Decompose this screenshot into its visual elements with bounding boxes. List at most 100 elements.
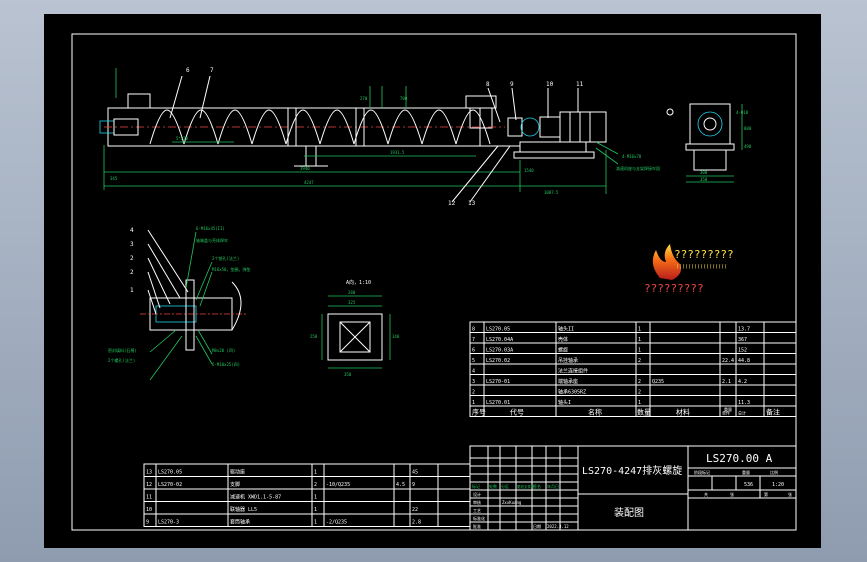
lower-bom-cell-total: 45 <box>412 470 418 476</box>
scale-value: 1:20 <box>772 482 784 488</box>
bom-cell-code: LS270.02 <box>486 358 510 364</box>
note-weld: 减速机座与支架焊接牢固 <box>616 165 660 171</box>
bom-header-3: 数量 <box>637 408 651 417</box>
callout-9: 9 <box>510 81 514 88</box>
bom-cell-qty: 2 <box>638 390 641 396</box>
section-dim-250: 250 <box>310 334 318 339</box>
bom-cell-total: 11.3 <box>738 400 750 406</box>
lower-bom-cell-name: 套筒轴承 <box>230 519 250 526</box>
bom-cell-qty: 1 <box>638 348 641 354</box>
role-process: 工艺 <box>473 508 481 513</box>
dim-span: 3940 <box>300 166 310 171</box>
detail-callout-1: 1 <box>130 287 134 294</box>
bom-cell-name: 轴承6305RZ <box>558 389 586 396</box>
side-dim-holes: 4-Ф18 <box>736 110 749 115</box>
lower-bom-cell-code: LS270-3 <box>158 520 179 526</box>
role-review: 审核 <box>473 499 481 505</box>
rev-label-zone: 分区 <box>501 483 509 489</box>
side-dim-880: 880 <box>744 126 752 131</box>
detail-callout-4: 4 <box>130 227 134 234</box>
bom-cell-code: LS270.01 <box>486 400 510 406</box>
detail-callout-3: 3 <box>130 241 134 248</box>
bom-cell-no: 6 <box>472 348 475 354</box>
bom-cell-code: LS270-01 <box>486 379 510 385</box>
bom-cell-qty: 1 <box>638 327 641 333</box>
sheet-no-unit: 张 <box>788 491 792 497</box>
bom-cell-total: 13.7 <box>738 327 750 333</box>
bom-cell-no: 8 <box>472 327 475 333</box>
lower-bom-cell-code: LS270.05 <box>158 470 182 476</box>
bom-cell-name: 端轴承座 <box>558 378 578 385</box>
bom-header-0: 序号 <box>472 408 486 417</box>
rev-label-date: 年月日 <box>547 483 559 489</box>
lower-bom-cell-qty: 1 <box>314 507 317 513</box>
bom-header-1: 代号 <box>510 408 524 417</box>
bom-cell-unit: 22.4 <box>722 358 734 364</box>
drawing-title: LS270-4247排灰螺旋 <box>582 464 682 477</box>
lower-bom-cell-name: 驱动座 <box>230 469 245 476</box>
lower-bom-cell-qty: 1 <box>314 495 317 501</box>
bom-cell-name: 轴头I <box>558 399 571 406</box>
sheet-total-label: 共 <box>704 491 708 497</box>
lower-bom-cell-qty: 1 <box>314 520 317 526</box>
bom-cell-no: 4 <box>472 369 475 375</box>
callout-8: 8 <box>486 81 490 88</box>
bom-cell-qty: 2 <box>638 379 641 385</box>
bom-header-4: 材料 <box>676 408 690 417</box>
rev-label-sign: 签名 <box>533 483 541 489</box>
lower-bom-cell-unit: 4.5 <box>396 482 405 488</box>
side-dim-490: 490 <box>744 144 752 149</box>
detail-note-1: 6-M16x45(II) <box>196 226 225 231</box>
bom-header-7: 备注 <box>766 408 780 417</box>
lower-bom-cell-no: 13 <box>146 470 152 476</box>
drawing-number: LS270.00 A <box>706 452 773 465</box>
dim-h1: 270 <box>360 96 368 101</box>
lower-bom-cell-qty: 2 <box>314 482 317 488</box>
sheet-total-unit: 张 <box>730 491 734 497</box>
cad-viewport: 6 7 8 9 10 11 12 13 4247 3940 5*230 1931… <box>44 14 821 548</box>
logo-tagline: ((((((((((((((((( <box>676 264 727 270</box>
note-bolts: 4-M16x70 <box>622 154 642 159</box>
dim-side: 345 <box>110 176 118 181</box>
bom-header-2: 名称 <box>588 408 602 417</box>
lower-bom-cell-qty: 1 <box>314 470 317 476</box>
lower-bom-cell-name: 支脚 <box>230 481 240 488</box>
bom-cell-total: 152 <box>738 348 747 354</box>
rev-label-count: 处数 <box>489 483 497 489</box>
dim-mid: 1931.5 <box>390 150 405 155</box>
bom-cell-no: 2 <box>472 390 475 396</box>
callout-12: 12 <box>448 200 456 207</box>
bom-header-6: 总计 <box>738 410 746 416</box>
callout-10: 10 <box>546 81 554 88</box>
detail-note-3: 2个销孔(法兰) <box>212 255 239 261</box>
detail-note-7: M8x20 (四) <box>212 348 235 353</box>
dim-foot: 1540 <box>524 168 534 173</box>
bom-cell-total: 4.2 <box>738 379 747 385</box>
detail-note-8: 6-M10x25(四) <box>212 362 240 367</box>
lower-bom-cell-no: 9 <box>146 520 149 526</box>
callout-13: 13 <box>468 200 476 207</box>
bom-cell-name: 轴头II <box>558 326 574 333</box>
dim-pitch: 5*230 <box>176 136 189 141</box>
lower-bom-cell-no: 11 <box>146 495 152 501</box>
date-value: 2022.3.12 <box>547 524 569 529</box>
bom-cell-code: LS270.03A <box>486 348 513 354</box>
detail-callout-2a: 2 <box>130 255 134 262</box>
lower-bom-cell-total: 2.8 <box>412 520 421 526</box>
bom-cell-no: 5 <box>472 358 475 364</box>
role-standard: 标准化 <box>473 515 485 521</box>
bom-header-weight: 重量 <box>724 406 732 412</box>
lower-bom-cell-name: 减速机 XWD1.1-5-87 <box>230 494 281 501</box>
role-design: 设计 <box>473 491 481 497</box>
bom-cell-code: LS270.05 <box>486 327 510 333</box>
dim-h2: 700 <box>400 96 408 101</box>
detail-note-2: 轴端盖与壳体焊牢 <box>196 237 228 243</box>
bom-cell-no: 7 <box>472 337 475 343</box>
callout-7: 7 <box>210 67 214 74</box>
lower-bom-cell-no: 12 <box>146 482 152 488</box>
bom-cell-name: 壳体 <box>558 336 568 343</box>
role-approve: 批准 <box>473 523 481 529</box>
drawing-subtitle: 装配图 <box>614 506 644 519</box>
dim-overall: 4247 <box>304 180 314 185</box>
designer-name: ZxxKuang <box>502 500 522 505</box>
